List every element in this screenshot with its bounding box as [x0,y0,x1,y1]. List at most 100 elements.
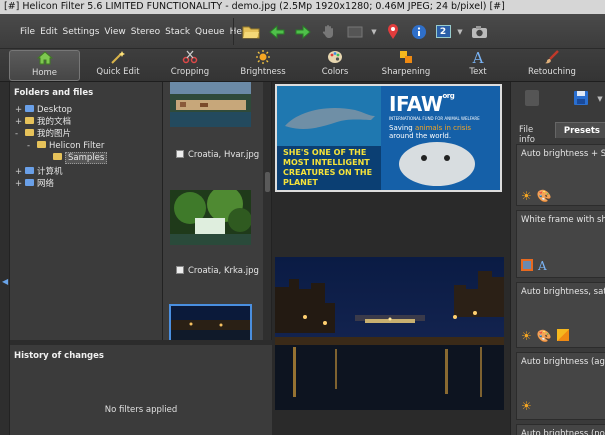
palette-icon: 🎨 [536,189,552,203]
scissors-icon [162,50,218,67]
preset-item[interactable]: Auto brightness (norm [516,424,605,435]
tree-expander[interactable]: - [27,140,35,152]
ad-brand: IFAWorg [389,92,455,116]
menu-file[interactable]: File [20,27,35,37]
back-arrow-icon[interactable] [266,21,288,43]
tab-label: Home [31,68,58,78]
tree-item-label: 网络 [37,179,55,189]
tab-label: Cropping [170,67,210,77]
preset-item[interactable]: Auto brightness + Sepia ☀ 🎨 [516,144,605,206]
menu-queue[interactable]: Queue [195,27,225,37]
left-collapse-strip[interactable]: ◀ [0,82,10,435]
tree-expander[interactable]: + [15,178,23,190]
tree-item-documents[interactable]: + 我的文档 [15,116,71,128]
thumbnail-image[interactable] [170,186,252,245]
right-tabs: File info Presets [511,122,605,145]
ad-tagline: Saving animals in crisis around the worl… [389,124,497,140]
history-title: History of changes [14,351,104,361]
thumbnail-name: Croatia, Hvar.jpg [188,150,260,160]
hand-icon[interactable] [318,21,340,43]
original-preview[interactable]: SHE'S ONE OF THE MOST INTELLIGENT CREATU… [275,84,502,192]
tab-file-info[interactable]: File info [511,122,555,145]
thumbnail-checkbox[interactable] [176,149,184,158]
ribbon-tabs: Home Quick Edit Cropping Brightness Colo… [0,49,605,82]
thumbnail-image-selected[interactable] [169,304,252,340]
preset-name: White frame with shoot [521,215,605,225]
camera-icon[interactable] [468,21,490,43]
history-empty-text: No filters applied [104,405,178,415]
tree-expander[interactable]: + [15,166,23,178]
menu-stack[interactable]: Stack [165,27,190,37]
tab-colors[interactable]: Colors [312,50,358,81]
tab-text[interactable]: A Text [462,50,494,81]
menu-settings[interactable]: Settings [63,27,100,37]
tree-item-samples[interactable]: Samples [43,152,108,164]
menu-view[interactable]: View [104,27,125,37]
thumbnail-image[interactable] [170,82,251,127]
tree-item-label: 计算机 [37,167,63,177]
text-icon: A [472,49,484,67]
preset-item[interactable]: White frame with shoot A [516,210,605,278]
folder-icon [25,129,34,136]
tree-item-label: Samples [65,152,108,164]
scrollbar-thumb[interactable] [265,172,270,192]
preset-item[interactable]: Auto brightness, satura ☀ 🎨 [516,282,605,348]
info-icon[interactable] [408,21,430,43]
tab-home[interactable]: Home [9,50,80,81]
tree-item-label: Helicon Filter [49,141,105,151]
location-pin-icon[interactable] [382,21,404,43]
tree-expander[interactable]: - [15,128,23,140]
preset-name: Auto brightness + Sepia [521,149,605,159]
thumbnail-checkbox[interactable] [176,265,184,274]
tab-cropping[interactable]: Cropping [162,50,218,81]
image-icon[interactable] [344,21,366,43]
tab-quick-edit[interactable]: Quick Edit [86,50,150,81]
tree-expander[interactable]: + [15,116,23,128]
open-folder-icon[interactable] [240,21,262,43]
computer-icon [25,167,34,174]
menu-bar: File Edit Settings View Stereo Stack Que… [20,27,250,37]
thumbnail-caption: Croatia, Hvar.jpg [176,149,260,160]
menu-edit[interactable]: Edit [40,27,57,37]
tab-label: Sharpening [381,67,431,77]
text-icon: A [538,259,547,273]
tab-label: Text [469,67,487,77]
menu-stereo[interactable]: Stereo [131,27,160,37]
tab-retouching[interactable]: Retouching [524,50,580,81]
chevron-down-icon[interactable]: ▼ [370,28,378,36]
thumbnail-scrollbar[interactable] [263,82,271,340]
chevron-down-icon[interactable]: ▼ [456,28,464,36]
preset-item[interactable]: Auto brightness (aggre ☀ [516,352,605,420]
tree-item-computer[interactable]: + 计算机 [15,166,63,178]
sun-icon [234,50,292,67]
tree-item-network[interactable]: + 网络 [15,178,54,190]
tab-label: Brightness [240,67,286,77]
forward-arrow-icon[interactable] [292,21,314,43]
tab-brightness[interactable]: Brightness [234,50,292,81]
ad-brand-sub: org [442,92,455,100]
tab-presets[interactable]: Presets [554,122,605,138]
tree-item-helicon-filter[interactable]: - Helicon Filter [27,140,104,152]
tab-sharpening[interactable]: Sharpening [378,50,434,81]
thumbnail-caption: Croatia, Krka.jpg [176,265,259,276]
play-icon[interactable] [525,90,539,106]
thumbnail-strip: Croatia, Hvar.jpg Croatia, Krka.jpg [163,82,272,340]
chevron-left-icon[interactable]: ◀ [2,277,8,286]
count-value: 2 [435,25,451,38]
ad-tagline-start: Saving [389,124,413,132]
preset-name: Auto brightness, satura [521,287,605,297]
sharpen-icon [378,50,434,67]
tree-expander[interactable]: + [15,104,23,116]
history-panel: History of changes No filters applied [10,345,272,435]
save-icon[interactable] [573,90,589,109]
tree-item-pictures[interactable]: - 我的图片 [15,128,71,140]
tree-item-label: 我的图片 [37,129,72,139]
window-title: [#] Helicon Filter 5.6 LIMITED FUNCTIONA… [0,0,605,14]
folder-icon [53,153,62,160]
processed-preview[interactable] [275,257,504,410]
count-icon[interactable]: 2 [434,21,452,43]
tree-item-desktop[interactable]: + Desktop [15,104,72,116]
thumbnail-name: Croatia, Krka.jpg [188,266,259,276]
chevron-down-icon[interactable]: ▼ [596,95,604,103]
magic-wand-icon [86,50,150,67]
